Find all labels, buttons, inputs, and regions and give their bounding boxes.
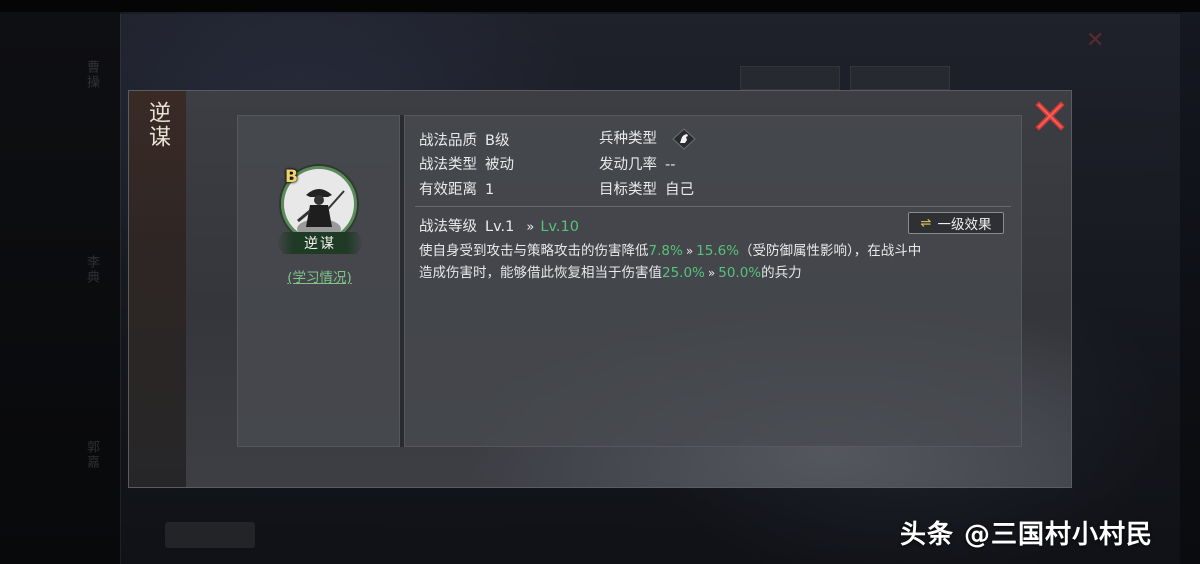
background-tab [850, 66, 950, 90]
skill-summary-card: B 逆谋 (学习情况) [237, 115, 400, 447]
heal-ratio-min: 25.0% [662, 265, 705, 281]
background-tab [740, 66, 840, 90]
skill-info-card: 战法品质 B级 兵种类型 战法类型 被动 发动几率 -- 有效距离 1 目标类型 自己 战… [404, 115, 1022, 447]
skill-name-label: 逆谋 [276, 232, 364, 254]
description-text: 的兵力 [761, 265, 802, 281]
range-value: 1 [485, 182, 495, 198]
rate-row: 发动几率 -- [599, 153, 675, 174]
troop-row: 兵种类型 [599, 127, 696, 150]
description-text: 造成伤害时，能够借此恢复相当于伤害值 [419, 265, 662, 281]
learn-status-link[interactable]: (学习情况) [238, 266, 401, 286]
rate-label: 发动几率 [599, 157, 657, 173]
grade-badge: B [285, 167, 298, 187]
level-label: 战法等级 [419, 219, 477, 235]
quality-row: 战法品质 B级 [419, 129, 509, 150]
horse-icon [671, 128, 696, 150]
target-label: 目标类型 [599, 182, 657, 198]
level-max: Lv.10 [540, 219, 579, 235]
skill-detail-dialog: 逆谋 B 逆谋 (学习情况) 战法品质 B级 兵种类型 战法类型 被动 发动几率… [128, 90, 1072, 488]
dialog-title: 逆谋 [145, 101, 170, 149]
heal-ratio-max: 50.0% [718, 265, 762, 281]
level-row: 战法等级 Lv.1 » Lv.10 [419, 215, 579, 236]
background-button [165, 522, 255, 548]
damage-reduction-max: 15.6% [696, 243, 740, 259]
top-band [0, 0, 1200, 12]
target-value: 自己 [665, 182, 694, 198]
background-close-icon: ✕ [1086, 28, 1105, 53]
rate-value: -- [665, 157, 676, 173]
range-row: 有效距离 1 [419, 178, 494, 199]
background-ghost-text: 曹操 [84, 60, 99, 90]
troop-label: 兵种类型 [599, 131, 657, 147]
description-text: 使自身受到攻击与策略攻击的伤害降低 [419, 243, 649, 259]
description-text: （受防御属性影响），在战斗中 [739, 243, 922, 259]
target-row: 目标类型 自己 [599, 178, 694, 199]
type-row: 战法类型 被动 [419, 153, 514, 174]
range-label: 有效距离 [419, 182, 477, 198]
background-left-strip [0, 12, 120, 564]
level-arrow-icon: » [526, 220, 535, 235]
watermark-text: 头条 @三国村小村民 [900, 520, 1154, 550]
effect-button-label: 一级效果 [937, 217, 992, 233]
info-divider [415, 206, 1011, 207]
close-x-icon[interactable] [1033, 99, 1067, 133]
skill-description: 使自身受到攻击与策略攻击的伤害降低7.8%» 15.6%（受防御属性影响），在战斗… [419, 240, 1014, 284]
type-value: 被动 [485, 157, 514, 173]
background-ghost-text: 郭嘉 [84, 440, 99, 470]
swap-icon: ⇌ [920, 215, 932, 231]
damage-reduction-min: 7.8% [648, 243, 683, 259]
type-label: 战法类型 [419, 157, 477, 173]
dialog-title-strip: 逆谋 [129, 91, 186, 487]
quality-value: B级 [485, 133, 510, 149]
background-ghost-text: 李典 [84, 255, 99, 285]
level-current: Lv.1 [485, 219, 515, 235]
quality-label: 战法品质 [419, 133, 477, 149]
value-arrow-icon: » [707, 266, 716, 280]
level-one-effect-button[interactable]: ⇌ 一级效果 [908, 212, 1004, 234]
value-arrow-icon: » [685, 244, 694, 258]
